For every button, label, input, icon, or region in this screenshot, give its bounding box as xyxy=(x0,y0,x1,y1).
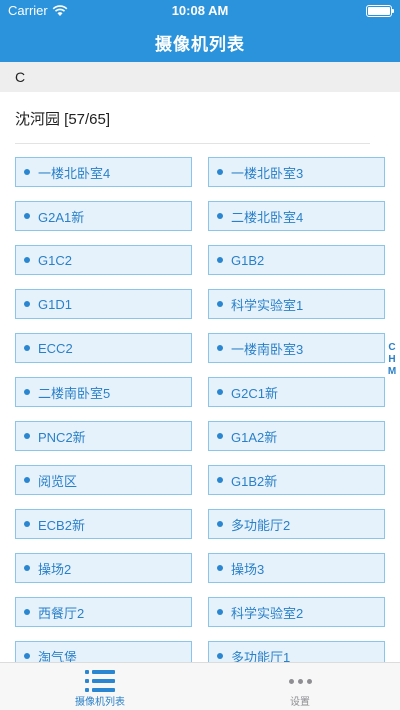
tab-bar: 摄像机列表 设置 xyxy=(0,662,400,710)
tab-label: 摄像机列表 xyxy=(75,697,125,708)
bullet-icon xyxy=(217,653,223,659)
camera-item[interactable]: 一楼南卧室3 xyxy=(208,333,385,363)
camera-item[interactable]: 二楼南卧室5 xyxy=(15,377,192,407)
bullet-icon xyxy=(24,433,30,439)
camera-label: G1B2新 xyxy=(231,473,278,489)
bullet-icon xyxy=(24,477,30,483)
bullet-icon xyxy=(217,257,223,263)
index-letter-h[interactable]: H xyxy=(388,354,395,366)
camera-label: PNC2新 xyxy=(38,429,86,445)
bullet-icon xyxy=(24,521,30,527)
camera-item[interactable]: G1C2 xyxy=(15,245,192,275)
bullet-icon xyxy=(24,565,30,571)
camera-item[interactable]: G1D1 xyxy=(15,289,192,319)
clock: 10:08 AM xyxy=(171,3,229,18)
bullet-icon xyxy=(217,389,223,395)
section-index: CHM xyxy=(387,342,397,378)
camera-label: 一楼北卧室4 xyxy=(38,165,111,181)
camera-label: 多功能厅2 xyxy=(231,517,291,533)
camera-label: G2A1新 xyxy=(38,209,85,225)
page-title: 摄像机列表 xyxy=(155,35,245,54)
bullet-icon xyxy=(217,301,223,307)
bullet-icon xyxy=(217,521,223,527)
camera-label: ECC2 xyxy=(38,340,73,356)
camera-item[interactable]: 操场2 xyxy=(15,553,192,583)
section-header: C xyxy=(0,62,400,92)
bullet-icon xyxy=(217,433,223,439)
camera-label: G1D1 xyxy=(38,296,72,312)
bullet-icon xyxy=(24,609,30,615)
camera-label: 操场3 xyxy=(231,561,265,577)
camera-item[interactable]: ECB2新 xyxy=(15,509,192,539)
status-bar: Carrier 10:08 AM xyxy=(0,0,400,22)
tab-camera-list[interactable]: 摄像机列表 xyxy=(0,663,200,710)
camera-label: G2C1新 xyxy=(231,385,278,401)
more-icon xyxy=(288,669,312,693)
camera-item[interactable]: G2C1新 xyxy=(208,377,385,407)
camera-item[interactable]: 二楼北卧室4 xyxy=(208,201,385,231)
index-letter-m[interactable]: M xyxy=(388,366,396,378)
camera-label: 一楼北卧室3 xyxy=(231,165,304,181)
bullet-icon xyxy=(24,213,30,219)
bullet-icon xyxy=(217,169,223,175)
camera-item[interactable]: 多功能厅2 xyxy=(208,509,385,539)
bullet-icon xyxy=(217,609,223,615)
camera-item[interactable]: 一楼北卧室4 xyxy=(15,157,192,187)
camera-label: 西餐厅2 xyxy=(38,605,85,621)
camera-label: G1B2 xyxy=(231,252,265,268)
divider xyxy=(15,143,370,144)
bullet-icon xyxy=(217,565,223,571)
camera-item[interactable]: G2A1新 xyxy=(15,201,192,231)
bullet-icon xyxy=(217,345,223,351)
tab-settings[interactable]: 设置 xyxy=(200,663,400,710)
camera-item[interactable]: ECC2 xyxy=(15,333,192,363)
bullet-icon xyxy=(24,301,30,307)
index-letter-c[interactable]: C xyxy=(388,342,395,354)
camera-item[interactable]: 操场3 xyxy=(208,553,385,583)
camera-label: 一楼南卧室3 xyxy=(231,341,304,357)
camera-item[interactable]: 西餐厅2 xyxy=(15,597,192,627)
camera-grid: 一楼北卧室4 一楼北卧室3 G2A1新 二楼北卧室4 G1C2 G1B2 G1D1 科学实验室… xyxy=(15,157,385,671)
camera-label: G1A2新 xyxy=(231,429,278,445)
camera-item[interactable]: G1A2新 xyxy=(208,421,385,451)
tab-label: 设置 xyxy=(290,697,310,708)
camera-label: 阅览区 xyxy=(38,473,78,489)
camera-item[interactable]: 科学实验室1 xyxy=(208,289,385,319)
camera-label: 二楼南卧室5 xyxy=(38,385,111,401)
bullet-icon xyxy=(217,477,223,483)
bullet-icon xyxy=(24,345,30,351)
bullet-icon xyxy=(24,389,30,395)
camera-item[interactable]: 科学实验室2 xyxy=(208,597,385,627)
bullet-icon xyxy=(24,653,30,659)
bullet-icon xyxy=(217,213,223,219)
camera-item[interactable]: PNC2新 xyxy=(15,421,192,451)
camera-item[interactable]: 一楼北卧室3 xyxy=(208,157,385,187)
header: Carrier 10:08 AM 摄像机列表 xyxy=(0,0,400,62)
bullet-icon xyxy=(24,169,30,175)
battery-icon xyxy=(366,5,394,17)
camera-label: 科学实验室1 xyxy=(231,297,304,313)
list-icon xyxy=(85,670,115,692)
camera-label: 二楼北卧室4 xyxy=(231,209,304,225)
bullet-icon xyxy=(24,257,30,263)
camera-label: G1C2 xyxy=(38,252,72,268)
camera-item[interactable]: G1B2新 xyxy=(208,465,385,495)
camera-label: 操场2 xyxy=(38,561,72,577)
group-title: 沈河园 [57/65] xyxy=(15,111,111,128)
camera-label: ECB2新 xyxy=(38,517,85,533)
camera-item[interactable]: 阅览区 xyxy=(15,465,192,495)
camera-item[interactable]: G1B2 xyxy=(208,245,385,275)
camera-label: 科学实验室2 xyxy=(231,605,304,621)
